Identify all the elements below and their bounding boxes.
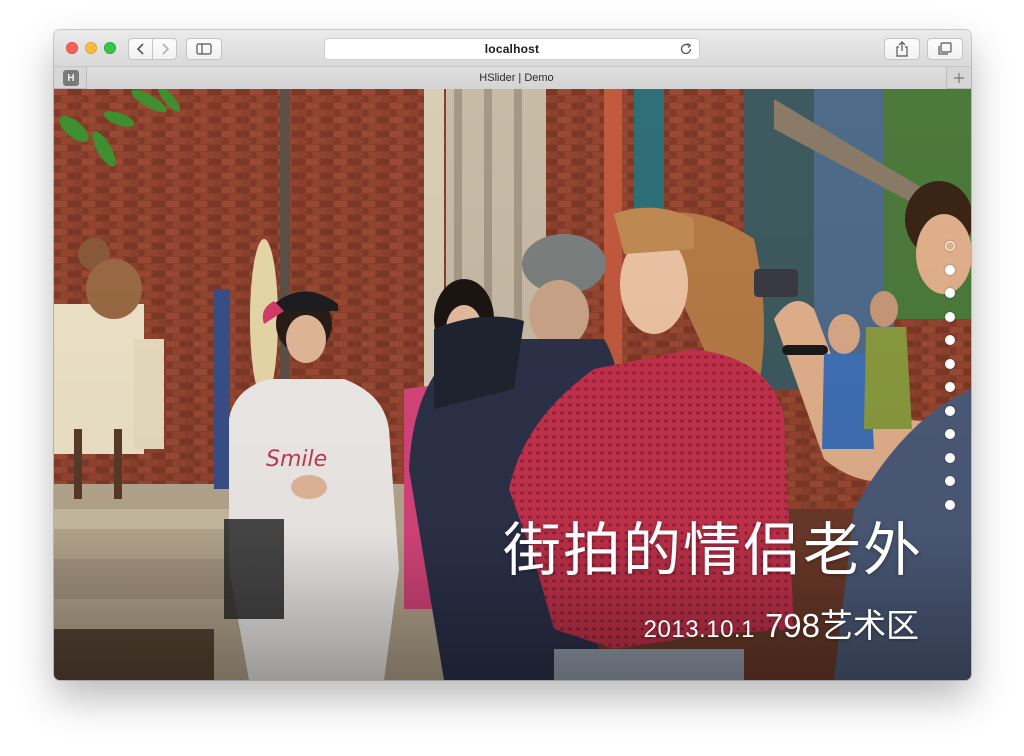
pagination-dot-12[interactable]	[945, 499, 955, 510]
pagination-dot-4[interactable]	[945, 311, 955, 322]
browser-toolbar: localhost	[54, 30, 971, 67]
slide-location: 798艺术区	[764, 607, 919, 644]
maximize-window-button[interactable]	[104, 42, 116, 54]
tabs-overview-button[interactable]	[927, 38, 963, 60]
slider-pagination	[943, 241, 957, 510]
share-button[interactable]	[884, 38, 920, 60]
address-bar[interactable]: localhost	[324, 38, 700, 60]
forward-button[interactable]	[152, 38, 177, 60]
sidebar-icon	[196, 43, 212, 55]
pagination-dot-3[interactable]	[945, 288, 955, 298]
slide-photo: Smile	[54, 89, 971, 680]
slider-viewport[interactable]: Smile	[54, 89, 971, 680]
share-icon	[896, 41, 908, 57]
pagination-dot-7[interactable]	[945, 382, 955, 392]
pagination-dot-6[interactable]	[945, 358, 955, 369]
slide-subtitle: 2013.10.1 798艺术区	[644, 599, 919, 647]
new-tab-button[interactable]	[947, 67, 971, 89]
reload-icon[interactable]	[679, 42, 693, 56]
site-favicon: H	[63, 70, 79, 86]
url-text: localhost	[484, 42, 540, 56]
pagination-dot-2[interactable]	[945, 264, 955, 275]
tab-title: HSlider | Demo	[479, 72, 554, 84]
chevron-right-icon	[161, 43, 169, 55]
plus-icon	[954, 73, 964, 83]
back-button[interactable]	[128, 38, 153, 60]
pagination-dot-10[interactable]	[945, 452, 955, 463]
tab-hslider-demo[interactable]: HSlider | Demo	[86, 67, 947, 89]
pagination-dot-1[interactable]	[945, 241, 955, 251]
slide-title: 街拍的情侣老外	[502, 516, 923, 584]
chevron-left-icon	[136, 43, 144, 55]
close-window-button[interactable]	[66, 42, 78, 54]
tab-bar: H HSlider | Demo	[54, 67, 971, 89]
minimize-window-button[interactable]	[85, 42, 97, 54]
pagination-dot-9[interactable]	[945, 429, 955, 439]
tabs-overview-icon	[938, 42, 952, 55]
browser-window: localhost H HSlider | Demo 街拍的情侣老外 2013.…	[54, 30, 971, 680]
slide-date: 2013.10.1	[643, 616, 755, 643]
pagination-dot-11[interactable]	[945, 476, 955, 486]
pagination-dot-5[interactable]	[945, 335, 955, 345]
sidebar-toggle-button[interactable]	[186, 38, 222, 60]
pagination-dot-8[interactable]	[945, 405, 955, 416]
